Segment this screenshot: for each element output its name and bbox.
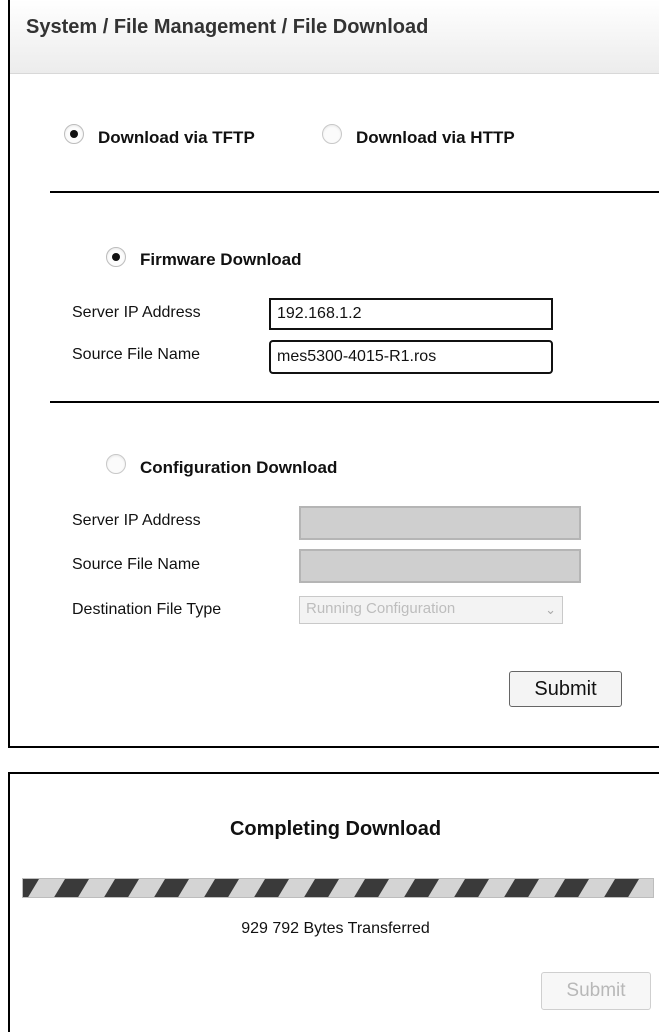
progress-stripe xyxy=(454,879,489,897)
config-dest-type-label: Destination File Type xyxy=(72,601,222,618)
progress-stripes xyxy=(23,879,654,898)
progress-stripe xyxy=(554,879,589,897)
progress-stripe xyxy=(54,879,89,897)
chevron-down-icon: ⌄ xyxy=(545,602,556,617)
firmware-label[interactable]: Firmware Download xyxy=(140,250,302,270)
firmware-server-ip-label: Server IP Address xyxy=(72,304,201,321)
progress-stripe xyxy=(23,879,39,897)
configuration-radio[interactable] xyxy=(106,454,126,474)
config-server-ip-input[interactable] xyxy=(299,506,581,540)
progress-stripe xyxy=(154,879,189,897)
submit-button[interactable]: Submit xyxy=(509,671,622,707)
config-source-file-label: Source File Name xyxy=(72,556,201,573)
bytes-transferred-text: 929 792 Bytes Transferred xyxy=(241,920,430,937)
config-dest-type-select[interactable]: Running Configuration ⌄ xyxy=(299,596,563,624)
divider xyxy=(50,401,659,403)
progress-stripe xyxy=(604,879,639,897)
download-progress-panel: Completing Download 929 792 Bytes Transf… xyxy=(8,772,659,1032)
http-radio[interactable] xyxy=(322,124,342,144)
divider xyxy=(50,191,659,193)
firmware-source-file-input[interactable] xyxy=(269,340,553,374)
http-label[interactable]: Download via HTTP xyxy=(356,128,515,148)
page-title: System / File Management / File Download xyxy=(26,16,429,38)
progress-bar xyxy=(22,878,654,898)
progress-stripe xyxy=(404,879,439,897)
config-source-file-input[interactable] xyxy=(299,549,581,583)
firmware-source-file-label: Source File Name xyxy=(72,346,201,363)
config-server-ip-label: Server IP Address xyxy=(72,512,201,529)
progress-stripe xyxy=(653,879,654,898)
progress-stripe xyxy=(354,879,389,897)
progress-stripe xyxy=(304,879,339,897)
firmware-server-ip-input[interactable] xyxy=(269,298,553,330)
tftp-radio[interactable] xyxy=(64,124,84,144)
progress-submit-button[interactable]: Submit xyxy=(541,972,651,1010)
progress-stripe xyxy=(254,879,289,897)
firmware-radio[interactable] xyxy=(106,247,126,267)
config-dest-type-value: Running Configuration xyxy=(306,600,456,617)
file-download-panel: System / File Management / File Download… xyxy=(8,0,659,748)
page-header: System / File Management / File Download xyxy=(10,0,659,74)
progress-title: Completing Download xyxy=(229,818,442,840)
progress-stripe xyxy=(504,879,539,897)
configuration-label[interactable]: Configuration Download xyxy=(140,458,337,478)
progress-stripe xyxy=(204,879,239,897)
progress-stripe xyxy=(104,879,139,897)
tftp-label[interactable]: Download via TFTP xyxy=(98,128,255,148)
